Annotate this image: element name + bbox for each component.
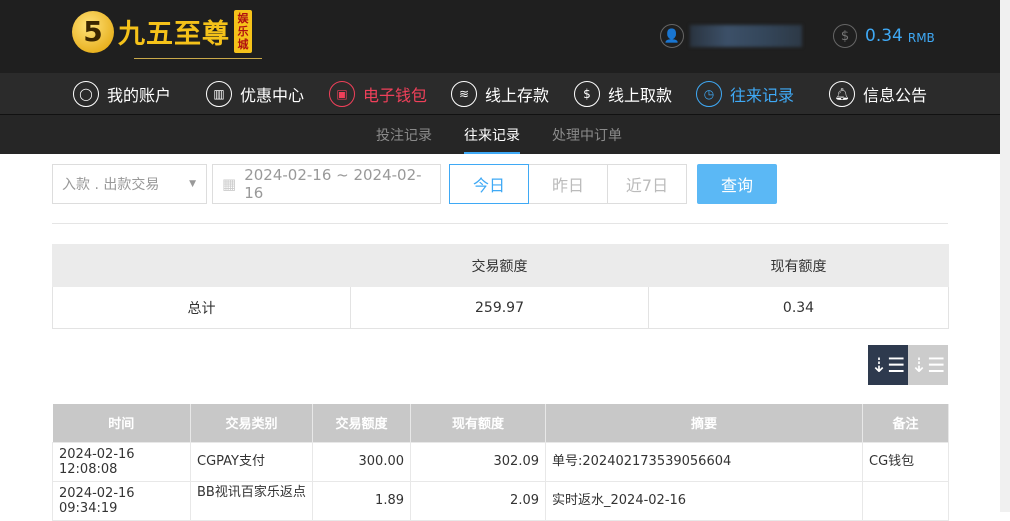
username-blurred — [690, 25, 802, 47]
user-icon: ◯ — [73, 81, 99, 107]
column-header: 时间 — [52, 404, 191, 442]
cell-note — [862, 480, 949, 521]
sort-desc-icon: ⇣☰ — [870, 353, 906, 377]
cell-balance: 2.09 — [410, 480, 546, 521]
header: 5 九五至尊 娱乐城 👤 $ 0.34 RMB — [0, 0, 1000, 73]
nav-label: 我的账户 — [107, 86, 172, 105]
divider — [52, 223, 948, 224]
wallet-icon: ▣ — [329, 81, 355, 107]
balance-value: 0.34 — [865, 26, 903, 46]
cell-summary: 实时返水_2024-02-16 — [545, 480, 863, 521]
sort-asc-button[interactable]: ⇣☰ — [908, 345, 948, 385]
nav-label: 线上存款 — [485, 86, 550, 105]
cell-time: 2024-02-16 12:08:08 — [52, 441, 191, 482]
logo-mark-icon: 5 — [72, 10, 114, 53]
nav-label: 往来记录 — [730, 86, 795, 105]
nav-withdraw[interactable]: $ 线上取款 — [574, 81, 672, 107]
summary-header: 交易额度 — [350, 244, 649, 287]
table-row: 2024-02-16 09:34:19 BB视讯百家乐返点 1.89 2.09 … — [52, 480, 949, 521]
column-header: 摘要 — [545, 404, 863, 442]
gift-icon: ▥ — [206, 81, 232, 107]
tab-bet-records[interactable]: 投注记录 — [376, 125, 432, 145]
nav-deposit[interactable]: ≋ 线上存款 — [451, 81, 549, 107]
nav-label: 信息公告 — [863, 86, 928, 105]
logo-text: 九五至尊 — [118, 19, 230, 50]
nav-announcements[interactable]: 🔔︎ 信息公告 — [829, 81, 927, 107]
last-7-days-button[interactable]: 近7日 — [607, 164, 687, 204]
nav-records[interactable]: ◷ 往来记录 — [696, 81, 794, 107]
cell-type: CGPAY支付 — [190, 441, 313, 482]
query-button[interactable]: 查询 — [697, 164, 777, 204]
nav-label: 电子钱包 — [363, 86, 428, 105]
column-header: 交易额度 — [312, 404, 411, 442]
deposit-icon: ≋ — [451, 81, 477, 107]
column-header: 交易类别 — [190, 404, 313, 442]
cell-type: BB视讯百家乐返点 — [190, 480, 313, 521]
user-info[interactable]: 👤 — [660, 24, 802, 48]
nav-label: 优惠中心 — [240, 86, 305, 105]
tab-transaction-records[interactable]: 往来记录 — [464, 125, 520, 154]
nav-e-wallet[interactable]: ▣ 电子钱包 — [329, 81, 427, 107]
summary-table: 交易额度 现有额度 总计 259.97 0.34 — [52, 244, 949, 329]
date-range-value: 2024-02-16 ~ 2024-02-16 — [244, 166, 422, 202]
records-icon: ◷ — [696, 81, 722, 107]
transaction-type-select[interactable]: 入款 . 出款交易 ▼ — [52, 164, 207, 204]
today-button[interactable]: 今日 — [449, 164, 529, 204]
sort-asc-icon: ⇣☰ — [910, 353, 946, 377]
table-row: 2024-02-16 12:08:08 CGPAY支付 300.00 302.0… — [52, 441, 949, 482]
yesterday-button[interactable]: 昨日 — [528, 164, 608, 204]
scrollbar[interactable] — [1000, 0, 1010, 512]
cell-amount: 1.89 — [312, 480, 411, 521]
column-header: 现有额度 — [410, 404, 546, 442]
withdraw-icon: $ — [574, 81, 600, 107]
cell-summary: 单号:202402173539056604 — [545, 441, 863, 482]
sort-desc-button[interactable]: ⇣☰ — [868, 345, 908, 385]
cell-balance: 302.09 — [410, 441, 546, 482]
sub-nav: 投注记录 往来记录 处理中订单 — [0, 115, 1000, 154]
date-range-input[interactable]: ▦ 2024-02-16 ~ 2024-02-16 — [212, 164, 441, 204]
tab-pending-orders[interactable]: 处理中订单 — [552, 125, 622, 145]
main-nav: ◯ 我的账户 ▥ 优惠中心 ▣ 电子钱包 ≋ 线上存款 $ 线上取款 ◷ 往来记录 🔔︎ 信息… — [0, 73, 1000, 115]
summary-current-balance: 0.34 — [648, 286, 949, 329]
summary-label: 总计 — [52, 286, 351, 329]
dollar-icon: $ — [833, 24, 857, 48]
balance: $ 0.34 RMB — [833, 24, 935, 48]
bell-icon: 🔔︎ — [829, 81, 855, 107]
select-value: 入款 . 出款交易 — [62, 177, 160, 193]
balance-currency: RMB — [907, 30, 935, 45]
calendar-icon: ▦ — [222, 175, 237, 193]
nav-promotions[interactable]: ▥ 优惠中心 — [206, 81, 304, 107]
logo[interactable]: 5 九五至尊 娱乐城 — [72, 10, 262, 59]
summary-header: 现有额度 — [648, 244, 949, 287]
logo-ornament — [134, 58, 262, 59]
cell-amount: 300.00 — [312, 441, 411, 482]
cell-time: 2024-02-16 09:34:19 — [52, 480, 191, 521]
summary-transaction-total: 259.97 — [350, 286, 649, 329]
column-header: 备注 — [862, 404, 949, 442]
summary-header — [52, 244, 351, 287]
nav-label: 线上取款 — [608, 86, 673, 105]
logo-tag: 娱乐城 — [234, 10, 252, 53]
chevron-down-icon: ▼ — [189, 179, 196, 189]
nav-my-account[interactable]: ◯ 我的账户 — [73, 81, 171, 107]
user-icon: 👤 — [660, 24, 684, 48]
records-table: 时间 交易类别 交易额度 现有额度 摘要 备注 2024-02-16 12:08… — [52, 404, 949, 521]
cell-note: CG钱包 — [862, 441, 949, 482]
